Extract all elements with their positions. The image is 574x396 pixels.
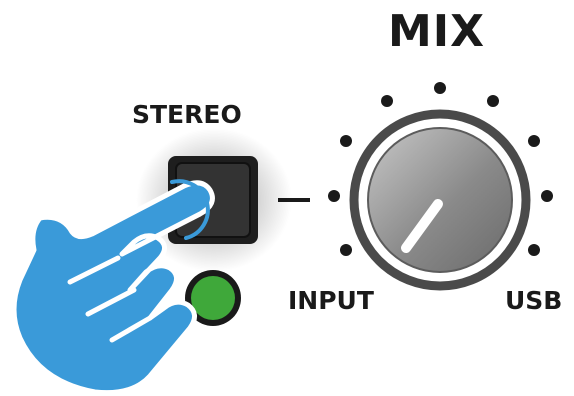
knob-marker	[487, 95, 499, 107]
knob-marker	[340, 244, 352, 256]
knob-marker	[541, 190, 553, 202]
knob-marker	[528, 135, 540, 147]
knob-marker	[328, 190, 340, 202]
knob-marker	[434, 82, 446, 94]
input-label: INPUT	[288, 286, 374, 315]
knob-marker	[340, 135, 352, 147]
pointing-hand-icon	[11, 179, 215, 396]
usb-label: USB	[505, 286, 563, 315]
control-panel-illustration	[11, 82, 553, 396]
mix-title: MIX	[388, 6, 486, 57]
knob-marker	[381, 95, 393, 107]
rotary-knob-icon[interactable]	[349, 109, 531, 291]
knob-marker	[528, 244, 540, 256]
stereo-label: STEREO	[132, 100, 242, 129]
